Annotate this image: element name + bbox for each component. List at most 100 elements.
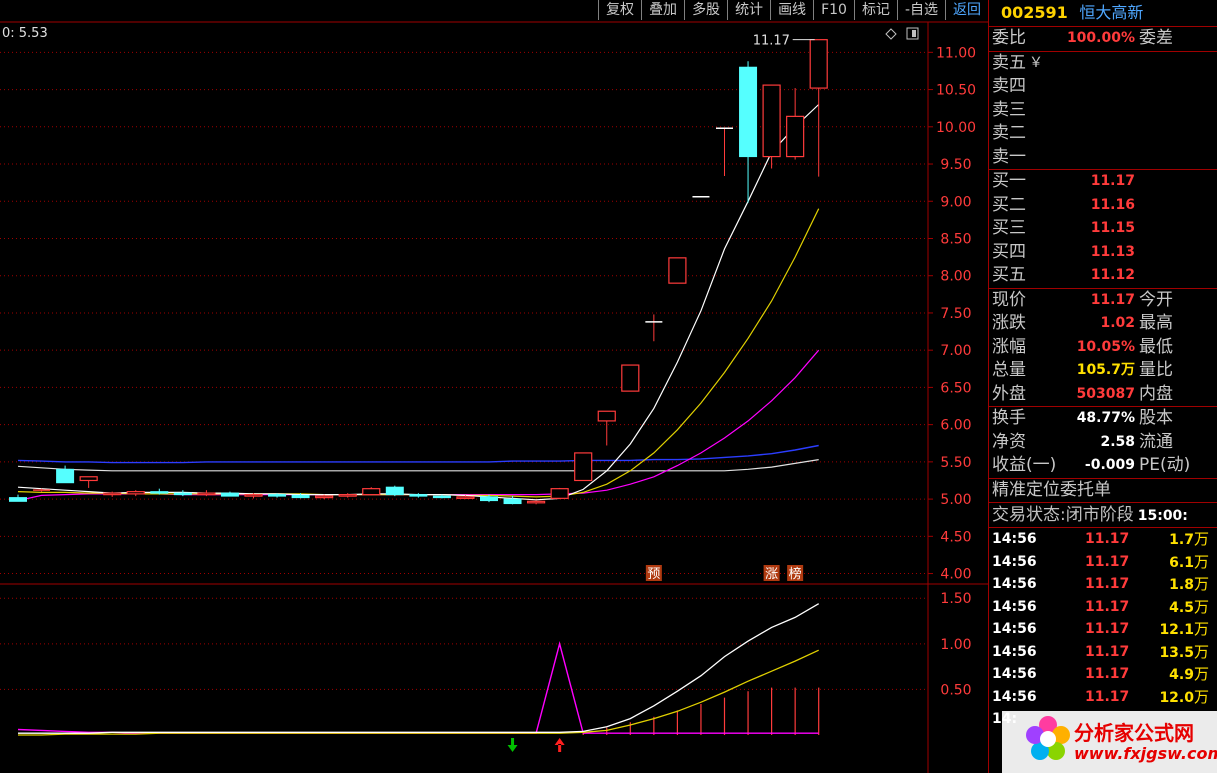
candle-body-up [762, 84, 781, 158]
stock-name[interactable]: 恒大高新 [1079, 3, 1143, 22]
tick-volume-unit: 万 [1193, 642, 1209, 661]
stat-row-0-value: 48.77% [1076, 410, 1135, 426]
bid-level-2: 买二 11.16 [989, 194, 1217, 218]
ask-level-1-label: 卖一 [992, 146, 1026, 167]
tick-price: 11.17 [1085, 643, 1130, 660]
high-price-label: 11.17 [753, 34, 790, 49]
price-tick-label: 10.00 [936, 120, 976, 136]
price-tick-label: 4.50 [940, 529, 971, 545]
price-tick-label: 5.50 [940, 455, 971, 471]
stock-code: 002591 [1001, 3, 1068, 22]
ask-level-4-label: 卖四 [992, 76, 1026, 96]
quote-row-4-value: 503087 [1076, 385, 1135, 402]
tick-volume-number: 4.5 [1169, 599, 1194, 616]
order-title[interactable]: 精准定位委托单 [989, 479, 1217, 503]
tick-price: 11.17 [1085, 598, 1130, 615]
tick-volume: 13.5万 [1159, 641, 1209, 665]
bid-level-1-label: 买一 [992, 171, 1026, 191]
ask-level-3: 卖三 [989, 99, 1217, 123]
quote-row-2: 涨幅 10.05% 最低 [989, 336, 1217, 360]
ask-level-5-label: 卖五 [992, 52, 1026, 73]
sub-yellow-line [18, 649, 819, 736]
bid-level-5-value: 11.12 [1090, 267, 1135, 283]
toolbar-button-0[interactable]: 复权 [598, 0, 641, 20]
quote-row-2-label2: 最低 [1139, 336, 1173, 357]
tick-volume: 1.7万 [1169, 528, 1209, 552]
ask-level-5: 卖五 ￥ [989, 52, 1217, 76]
site-watermark: 分析家公式网 www.fxjgsw.com [1002, 711, 1217, 773]
toolbar-button-8[interactable]: 返回 [945, 0, 988, 20]
order-title-label: 精准定位委托单 [992, 479, 1111, 500]
tick-volume-unit: 万 [1193, 575, 1209, 593]
candle-body-up [809, 39, 828, 89]
ma5-line [17, 104, 820, 501]
tick-row: 14:56 11.17 1.7万 [989, 528, 1217, 551]
sell-arrow-icon [507, 738, 518, 752]
quote-panel: 002591 恒大高新 委比 100.00% 委差 卖五 ￥ 卖四 卖三 卖二 卖一 买一… [988, 0, 1217, 773]
tick-price: 11.17 [1085, 666, 1130, 682]
toolbar-button-2[interactable]: 多股 [684, 0, 727, 20]
stat-row-0-label2: 股本 [1139, 408, 1173, 428]
status-time: 15:00: [1137, 508, 1188, 524]
tick-price: 11.17 [1085, 531, 1130, 547]
candle-body-up [362, 488, 381, 496]
tick-volume-number: 12.0 [1159, 689, 1194, 706]
bid-level-3-label: 买三 [992, 218, 1026, 238]
bid-level-2-label: 买二 [992, 194, 1026, 215]
ask-level-4: 卖四 [989, 75, 1217, 99]
kline-chart[interactable]: 11.00 10.50 10.00 9.50 9.00 8.50 8.00 7.50 7.00 6… [0, 0, 988, 773]
quote-row-1-label2: 最高 [1139, 313, 1173, 333]
tick-volume-number: 13.5 [1159, 644, 1194, 661]
weibi-label: 委比 [992, 28, 1026, 48]
sub-tick-label: 1.00 [940, 637, 971, 653]
tick-price: 11.17 [1085, 553, 1130, 570]
quote-stats: 现价 11.17 今开 涨跌 1.02 最高 涨幅 10.05% 最低 总量 105.7万 量比 外盘 5… [989, 289, 1217, 407]
toolbar-button-5[interactable]: F10 [813, 0, 854, 20]
chart-grid [0, 21, 988, 773]
candle-body-up [338, 494, 357, 497]
candle-body-up [574, 452, 593, 482]
quote-row-0-label2: 今开 [1139, 289, 1173, 310]
candle-body-up [526, 500, 546, 504]
tick-volume-unit: 万 [1193, 687, 1209, 706]
toolbar-button-3[interactable]: 统计 [727, 0, 770, 20]
yen-icon: ￥ [1029, 54, 1043, 71]
chart-header-value: 0: 5.53 [2, 26, 48, 41]
stat-row-0: 换手 48.77% 股本 [989, 407, 1217, 431]
tick-time: 14:56 [992, 576, 1037, 592]
stat-row-0-label: 换手 [992, 408, 1026, 428]
candle-body-down [432, 495, 451, 499]
tick-time: 14:56 [992, 666, 1037, 682]
quote-row-4: 外盘 503087 内盘 [989, 383, 1217, 407]
indicator-subchart [17, 603, 820, 736]
sub-tick-label: 0.50 [940, 682, 971, 698]
candle-body-down [739, 66, 758, 158]
price-axis: 11.00 10.50 10.00 9.50 9.00 8.50 8.00 7.50 7.00 6… [928, 45, 976, 698]
tick-list[interactable]: 14:56 11.17 1.7万 14:56 11.17 6.1万 14:56 11.17 1.… [989, 528, 1217, 731]
toolbar-button-7[interactable]: -自选 [896, 0, 945, 20]
stat-row-2-value: -0.009 [1084, 457, 1135, 473]
tick-row: 14:56 11.17 4.5万 [989, 596, 1217, 619]
toolbar-button-1[interactable]: 叠加 [641, 0, 684, 20]
tick-volume-number: 1.8 [1169, 577, 1194, 593]
chart-toolbar: 复权 叠加 多股 统计 画线 F10 标记 -自选 返回 [0, 0, 988, 22]
buy-arrow-icon [554, 738, 565, 752]
sub-tick-label: 1.50 [940, 591, 971, 607]
tick-volume-unit: 万 [1193, 530, 1209, 548]
tick-volume: 12.0万 [1159, 686, 1209, 710]
candle-body-down [385, 486, 404, 496]
quote-row-4-label: 外盘 [992, 383, 1026, 404]
bid-level-1-value: 11.17 [1090, 173, 1135, 189]
diamond-icon[interactable] [885, 28, 897, 40]
tick-time: 14:56 [992, 531, 1037, 547]
toolbar-button-4[interactable]: 画线 [770, 0, 813, 20]
quote-row-3: 总量 105.7万 量比 [989, 359, 1217, 383]
candle-body-down [291, 494, 310, 499]
bid-levels: 买一 11.17 买二 11.16 买三 11.15 买四 11.13 买五 11.12 [989, 170, 1217, 289]
candle-body-up [668, 257, 687, 284]
quote-row-2-value: 10.05% [1076, 338, 1135, 355]
quote-row-3-label: 总量 [992, 360, 1026, 380]
toolbar-button-6[interactable]: 标记 [853, 0, 897, 20]
tick-volume-unit: 万 [1193, 597, 1209, 616]
stat-row-1-label: 净资 [992, 431, 1026, 452]
